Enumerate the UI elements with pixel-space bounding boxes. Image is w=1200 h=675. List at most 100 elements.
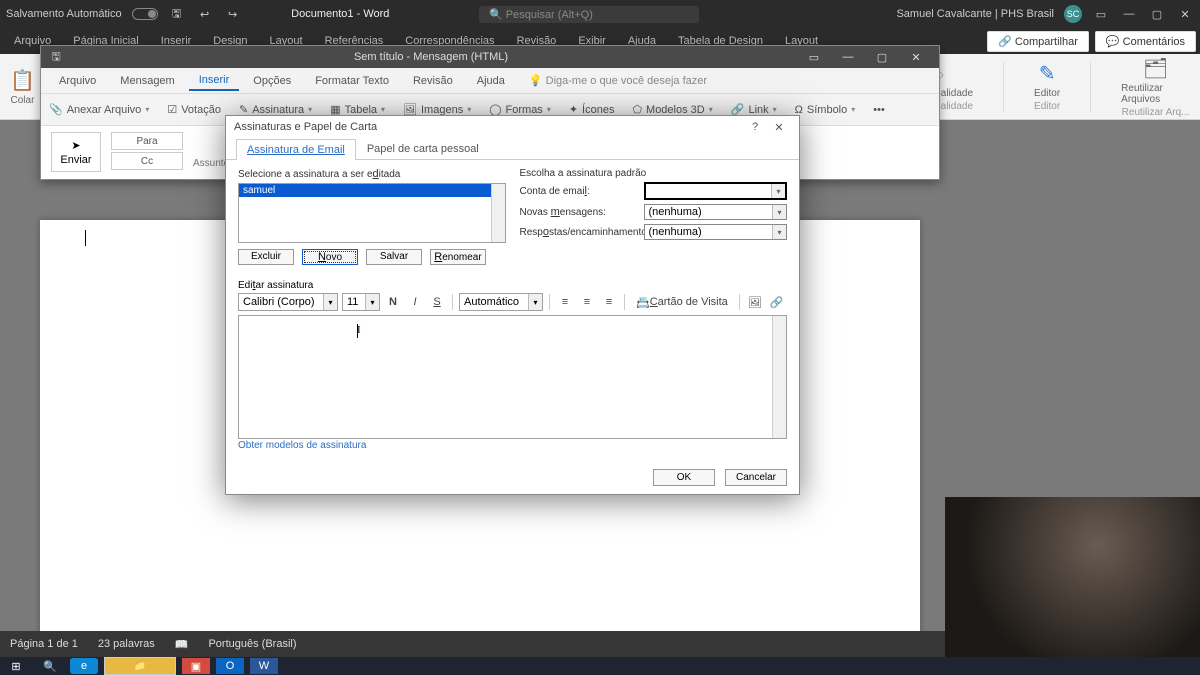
ol-tab-ajuda[interactable]: Ajuda	[467, 72, 515, 90]
start-icon[interactable]: ⊞	[2, 658, 30, 674]
tell-me[interactable]: 💡 Diga-me o que você deseja fazer	[529, 74, 707, 87]
reuse-group[interactable]: 🗂Reutilizar ArquivosReutilizar Arq...	[1121, 56, 1190, 118]
tab-stationery[interactable]: Papel de carta pessoal	[356, 138, 490, 159]
templates-link[interactable]: Obter modelos de assinatura	[238, 440, 366, 451]
chevron-down-icon: ▾	[772, 205, 786, 219]
signature-item[interactable]: samuel	[239, 184, 505, 197]
close-icon[interactable]: ✕	[899, 51, 933, 64]
to-button[interactable]: Para	[111, 132, 183, 150]
vcard-button[interactable]: 📇 Cartão de Visita	[631, 293, 733, 311]
app-red-icon[interactable]: ▣	[182, 658, 210, 674]
outlook-title: Sem título - Mensagem (HTML)	[65, 51, 797, 63]
outlook-tabs: Arquivo Mensagem Inserir Opções Formatar…	[41, 68, 939, 94]
voting[interactable]: ☑Votação	[167, 103, 221, 116]
close-icon[interactable]: ✕	[767, 121, 791, 134]
word-icon[interactable]: W	[250, 658, 278, 674]
ol-tab-formatar[interactable]: Formatar Texto	[305, 72, 399, 90]
chevron-down-icon: ▾	[771, 184, 785, 198]
ribbon-opts-icon[interactable]: ▭	[797, 51, 831, 64]
spell-icon[interactable]: 📖	[175, 638, 189, 651]
new-button[interactable]: Novo	[302, 249, 358, 265]
italic-button[interactable]: I	[406, 293, 424, 311]
underline-button[interactable]: S	[428, 293, 446, 311]
save-button[interactable]: Salvar	[366, 249, 422, 265]
font-combo[interactable]: Calibri (Corpo)▾	[238, 293, 338, 311]
reply-label: Respostas/encaminhamentos:	[520, 226, 636, 238]
picture-button[interactable]: 🖼	[746, 293, 764, 311]
ribbon-opts-icon[interactable]: ▭	[1092, 8, 1110, 21]
paperclip-icon: 📎	[49, 103, 63, 116]
word-titlebar: Salvamento Automático 🖫 ↩ ↪ Documento1 -…	[0, 0, 1200, 28]
text-cursor	[85, 230, 86, 246]
ol-tab-mensagem[interactable]: Mensagem	[110, 72, 184, 90]
editor-group[interactable]: ✎EditorEditor	[1034, 61, 1060, 112]
attach-file[interactable]: 📎Anexar Arquivo▾	[49, 103, 149, 116]
paste-group[interactable]: 📋Colar	[10, 68, 35, 106]
save-icon[interactable]: 🖫	[47, 48, 65, 67]
ol-tab-opcoes[interactable]: Opções	[243, 72, 301, 90]
close-icon[interactable]: ✕	[1176, 8, 1194, 21]
new-msg-combo[interactable]: (nenhuma)▾	[644, 204, 788, 220]
align-right-icon[interactable]: ≡	[600, 293, 618, 311]
delete-button[interactable]: Excluir	[238, 249, 294, 265]
ol-tab-inserir[interactable]: Inserir	[189, 71, 240, 91]
select-signature-col: Selecione a assinatura a ser editada sam…	[238, 168, 506, 265]
tab-email-signature[interactable]: Assinatura de Email	[236, 139, 356, 160]
page-status[interactable]: Página 1 de 1	[10, 638, 78, 650]
ol-tab-revisao[interactable]: Revisão	[403, 72, 463, 90]
dialog-title: Assinaturas e Papel de Carta	[234, 121, 377, 133]
minimize-icon[interactable]: —	[1120, 8, 1138, 20]
maximize-icon[interactable]: ▢	[865, 51, 899, 64]
color-combo[interactable]: Automático▾	[459, 293, 543, 311]
language-status[interactable]: Português (Brasil)	[208, 638, 296, 650]
help-icon[interactable]: ?	[743, 121, 767, 133]
word-count[interactable]: 23 palavras	[98, 638, 155, 650]
taskbar: ⊞ 🔍 e 📁 ▣ O W	[0, 657, 1200, 675]
avatar[interactable]: SC	[1064, 5, 1082, 23]
bold-button[interactable]: N	[384, 293, 402, 311]
account-combo[interactable]: ▾	[644, 182, 788, 200]
hyperlink-button[interactable]: 🔗	[768, 293, 786, 311]
user-name[interactable]: Samuel Cavalcante | PHS Brasil	[896, 8, 1054, 20]
account-label: Conta de email:	[520, 185, 636, 197]
dialog-titlebar[interactable]: Assinaturas e Papel de Carta ? ✕	[226, 116, 799, 138]
signature-list[interactable]: samuel	[238, 183, 506, 243]
clipboard-icon: 📋	[10, 68, 35, 93]
reply-combo[interactable]: (nenhuma)▾	[644, 224, 788, 240]
undo-icon[interactable]: ↩	[196, 8, 214, 21]
reuse-icon: 🗂	[1143, 56, 1168, 81]
comments-button[interactable]: 💬 Comentários	[1095, 31, 1196, 52]
more-commands[interactable]: •••	[873, 104, 885, 116]
signature-editor[interactable]: I	[238, 315, 787, 439]
rename-button[interactable]: Renomear	[430, 249, 486, 265]
explorer-icon[interactable]: 📁	[104, 657, 176, 675]
outlook-icon[interactable]: O	[216, 658, 244, 674]
outlook-titlebar[interactable]: 🖫 Sem título - Mensagem (HTML) ▭ — ▢ ✕	[41, 46, 939, 68]
autosave-toggle[interactable]	[132, 8, 158, 20]
save-icon[interactable]: 🖫	[168, 5, 186, 24]
chevron-down-icon: ▾	[772, 225, 786, 239]
scrollbar[interactable]	[491, 184, 505, 242]
maximize-icon[interactable]: ▢	[1148, 8, 1166, 21]
select-label: Selecione a assinatura a ser editada	[238, 168, 506, 180]
cancel-button[interactable]: Cancelar	[725, 469, 787, 486]
scrollbar[interactable]	[772, 316, 786, 438]
subject-label: Assunto	[193, 158, 229, 169]
cc-button[interactable]: Cc	[111, 152, 183, 170]
editor-icon: ✎	[1039, 61, 1056, 86]
edge-icon[interactable]: e	[70, 658, 98, 674]
size-combo[interactable]: 11▾	[342, 293, 380, 311]
minimize-icon[interactable]: —	[831, 51, 865, 63]
new-msg-label: Novas mensagens:	[520, 206, 636, 218]
symbol[interactable]: ΩSímbolo▾	[795, 104, 856, 116]
search-box[interactable]: 🔍 Pesquisar (Alt+Q)	[479, 6, 699, 23]
send-button[interactable]: ➤Enviar	[51, 132, 101, 172]
redo-icon[interactable]: ↪	[224, 8, 242, 21]
ol-tab-arquivo[interactable]: Arquivo	[49, 72, 106, 90]
omega-icon: Ω	[795, 104, 803, 116]
search-icon[interactable]: 🔍	[36, 658, 64, 674]
ok-button[interactable]: OK	[653, 469, 715, 486]
align-left-icon[interactable]: ≡	[556, 293, 574, 311]
align-center-icon[interactable]: ≡	[578, 293, 596, 311]
share-button[interactable]: 🔗 Compartilhar	[987, 31, 1089, 52]
